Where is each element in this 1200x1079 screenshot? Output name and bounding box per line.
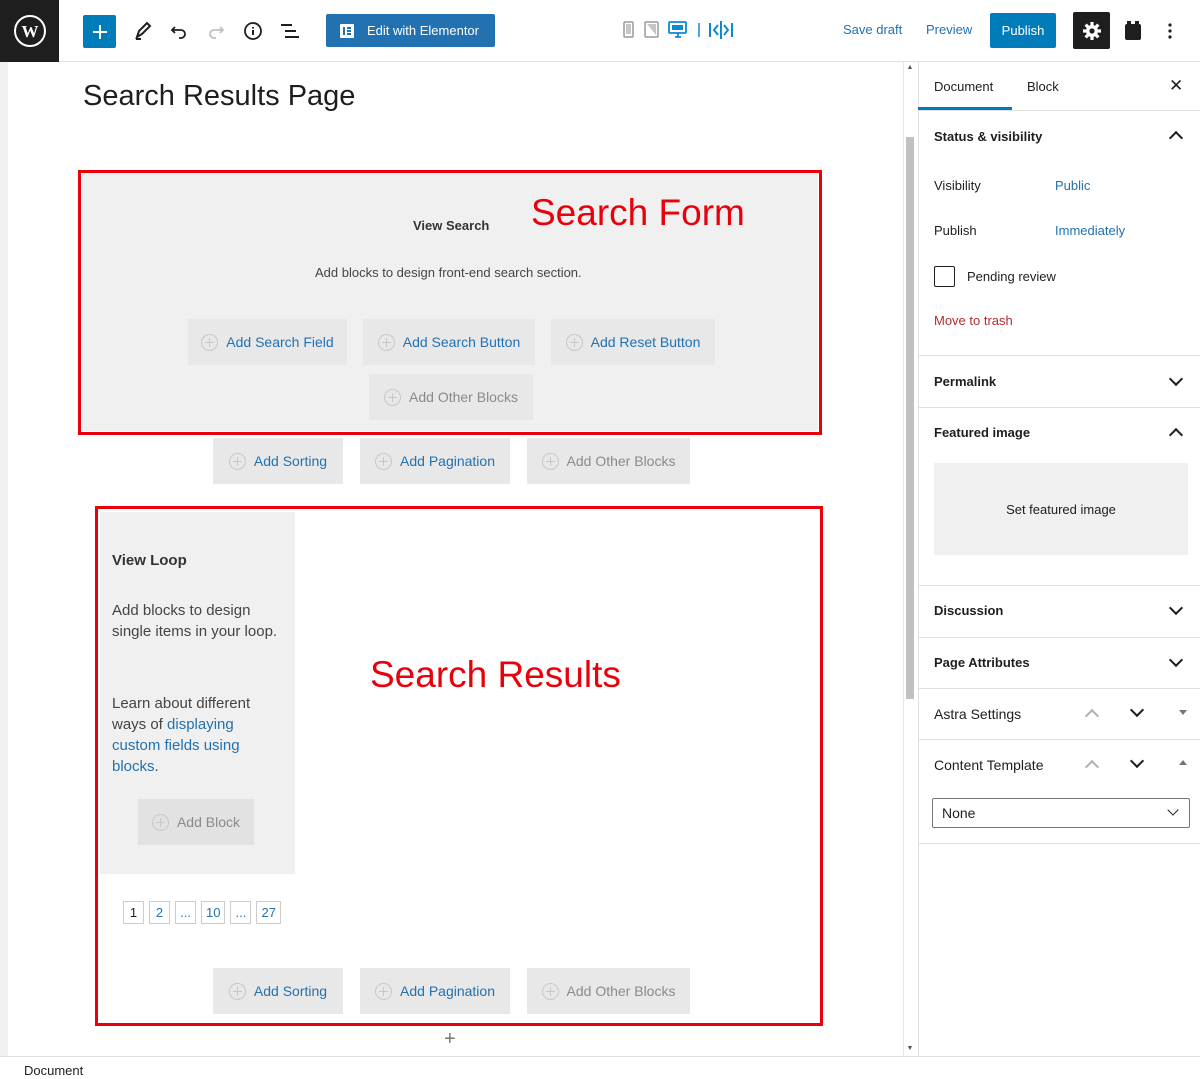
add-other-blocks-button[interactable]: Add Other Blocks [527, 438, 690, 484]
status-visibility-title[interactable]: Status & visibility [934, 129, 1042, 144]
plus-circle-icon [228, 452, 246, 470]
move-to-trash-link[interactable]: Move to trash [934, 313, 1013, 328]
details-button[interactable] [238, 14, 268, 48]
list-view-icon [281, 24, 299, 38]
scrollbar-thumb[interactable] [906, 137, 914, 699]
visibility-label: Visibility [934, 178, 981, 193]
settings-button[interactable] [1073, 12, 1110, 49]
tab-block[interactable]: Block [1027, 79, 1059, 94]
redo-icon [209, 26, 225, 39]
block-manager-button[interactable] [1120, 14, 1146, 48]
search-results-annotation-label: Search Results [370, 654, 621, 695]
publish-value[interactable]: Immediately [1055, 223, 1125, 238]
add-sorting-button[interactable]: Add Sorting [213, 438, 343, 484]
scroll-down-arrow-icon[interactable]: ▼ [906, 1045, 914, 1052]
content-template-panel [918, 740, 1200, 844]
add-pagination-button[interactable]: Add Pagination [360, 438, 510, 484]
visibility-value[interactable]: Public [1055, 178, 1090, 193]
publish-button[interactable]: Publish [990, 13, 1056, 48]
block-manager-icon [1125, 21, 1141, 40]
mobile-icon [623, 21, 634, 38]
edit-with-elementor-button[interactable]: Edit with Elementor [326, 14, 495, 47]
toggle-panel-icon[interactable] [1179, 710, 1187, 715]
more-options-button[interactable] [1158, 14, 1182, 48]
discussion-title[interactable]: Discussion [934, 603, 1003, 618]
tab-document[interactable]: Document [934, 79, 993, 94]
active-tab-indicator [918, 107, 1012, 110]
plus-circle-icon [541, 452, 559, 470]
gear-icon [1082, 21, 1101, 40]
redo-button[interactable] [201, 14, 231, 48]
page-attributes-title[interactable]: Page Attributes [934, 655, 1030, 670]
separator [697, 20, 701, 40]
breadcrumb[interactable]: Document [24, 1063, 83, 1078]
wordpress-icon[interactable]: W [0, 0, 59, 62]
edit-with-elementor-label: Edit with Elementor [367, 23, 479, 38]
astra-settings-title[interactable]: Astra Settings [934, 706, 1021, 722]
editor-footer [0, 1056, 1200, 1079]
responsive-split-button[interactable] [709, 20, 733, 40]
undo-icon [170, 26, 186, 39]
elementor-icon [340, 23, 354, 38]
more-options-icon [1168, 23, 1172, 39]
add-block-button[interactable] [83, 15, 116, 48]
content-template-select[interactable]: None [932, 798, 1190, 828]
page-title[interactable]: Search Results Page [83, 80, 355, 113]
list-view-button[interactable] [275, 14, 305, 48]
pencil-icon [135, 21, 152, 40]
permalink-title[interactable]: Permalink [934, 374, 996, 389]
desktop-icon [668, 21, 687, 38]
toggle-panel-icon[interactable] [1179, 760, 1187, 765]
info-icon [244, 22, 262, 40]
plus-circle-icon [375, 452, 393, 470]
content-template-title[interactable]: Content Template [934, 757, 1043, 773]
save-draft-button[interactable]: Save draft [843, 22, 902, 37]
search-results-annotation-box [95, 506, 823, 1026]
tablet-icon [644, 21, 659, 38]
pending-review-label: Pending review [967, 269, 1056, 284]
close-icon[interactable]: ✕ [1169, 76, 1183, 96]
inserter-plus-icon[interactable]: + [444, 1028, 456, 1051]
canvas-edge [0, 62, 8, 1056]
set-featured-image-button[interactable]: Set featured image [934, 463, 1188, 555]
publish-label: Publish [934, 223, 977, 238]
desktop-preview-button[interactable] [668, 20, 688, 40]
tablet-preview-button[interactable] [644, 20, 660, 40]
chevron-down-icon [1167, 804, 1179, 816]
featured-image-title[interactable]: Featured image [934, 425, 1030, 440]
preview-button[interactable]: Preview [926, 22, 972, 37]
plus-icon [92, 24, 107, 39]
undo-button[interactable] [164, 14, 194, 48]
search-form-annotation-label: Search Form [531, 192, 745, 233]
scroll-up-arrow-icon[interactable]: ▲ [906, 64, 914, 71]
responsive-split-icon [709, 21, 733, 39]
svg-text:W: W [21, 22, 38, 41]
tools-button[interactable] [128, 14, 158, 48]
pending-review-checkbox[interactable] [934, 266, 955, 287]
mobile-preview-button[interactable] [622, 20, 636, 40]
